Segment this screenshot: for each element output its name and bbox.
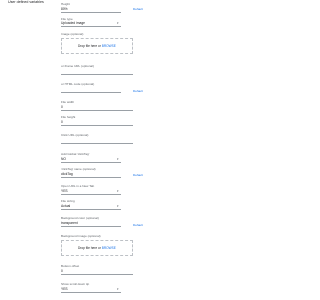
height-label: Height (61, 2, 70, 6)
image-dropzone[interactable]: Drop file here or BROWSE (61, 38, 133, 54)
background-image-dropzone[interactable]: Drop file here or BROWSE (61, 240, 133, 256)
image-label: Image (optional) (61, 32, 84, 36)
chevron-down-icon: ▾ (117, 204, 119, 208)
open-url-new-tab-underline (61, 194, 121, 195)
html-code-default-link[interactable]: Default (133, 89, 143, 93)
file-type-underline (61, 26, 121, 27)
open-url-new-tab-label: Open URL in a New Tab (61, 184, 95, 188)
image-drop-text: Drop file here or (78, 44, 101, 48)
click-tag-name-input[interactable]: clickTag (61, 172, 73, 176)
iframe-url-underline (61, 74, 133, 75)
add-click-tag-select[interactable]: NO (61, 157, 66, 161)
show-scroll-down-label: Show scroll down tip (61, 282, 90, 286)
html-code-label: or HTML code (optional) (61, 82, 95, 86)
file-height-input[interactable]: 0 (61, 120, 63, 124)
file-width-input[interactable]: 0 (61, 105, 63, 109)
background-image-browse-button[interactable]: BROWSE (102, 246, 116, 250)
click-tag-name-default-link[interactable]: Default (133, 173, 143, 177)
click-tag-name-label: 'clickTag' name (optional) (61, 167, 96, 171)
file-type-select[interactable]: Uploaded image (61, 21, 85, 25)
chevron-down-icon: ▾ (117, 189, 119, 193)
height-default-link[interactable]: Default (133, 7, 143, 11)
html-code-underline (61, 92, 121, 93)
file-width-underline (61, 110, 133, 111)
click-url-label: Click URL (optional) (61, 133, 89, 137)
add-click-tag-underline (61, 162, 121, 163)
bottom-offset-label: Bottom offset (61, 264, 80, 268)
iframe-url-label: or iframe URL (optional) (61, 64, 94, 68)
image-browse-button[interactable]: BROWSE (102, 44, 116, 48)
section-title: User defined variables (8, 0, 44, 4)
bottom-offset-input[interactable]: 0 (61, 269, 63, 273)
background-color-input[interactable]: transparent (61, 221, 78, 225)
file-sizing-label: File sizing (61, 199, 75, 203)
background-color-underline (61, 226, 121, 227)
file-height-underline (61, 125, 133, 126)
chevron-down-icon: ▾ (117, 287, 119, 291)
file-sizing-underline (61, 209, 121, 210)
chevron-down-icon: ▾ (117, 157, 119, 161)
open-url-new-tab-select[interactable]: YES (61, 189, 68, 193)
background-image-drop-text: Drop file here or (78, 246, 101, 250)
height-input[interactable]: 80% (61, 7, 68, 11)
file-width-label: File width (61, 100, 75, 104)
file-height-label: File height (61, 115, 76, 119)
height-underline (61, 12, 121, 13)
click-tag-name-underline (61, 177, 121, 178)
show-scroll-down-select[interactable]: YES (61, 287, 68, 291)
background-color-default-link[interactable]: Default (133, 223, 143, 227)
background-color-label: Background color (optional) (61, 216, 99, 220)
add-click-tag-label: Add Global 'clickTag' (61, 152, 90, 156)
background-image-label: Background image (optional) (61, 234, 101, 238)
file-sizing-select[interactable]: Actual (61, 204, 70, 208)
bottom-offset-underline (61, 274, 133, 275)
chevron-down-icon: ▾ (117, 21, 119, 25)
show-scroll-down-underline (61, 292, 121, 293)
click-url-underline (61, 143, 133, 144)
